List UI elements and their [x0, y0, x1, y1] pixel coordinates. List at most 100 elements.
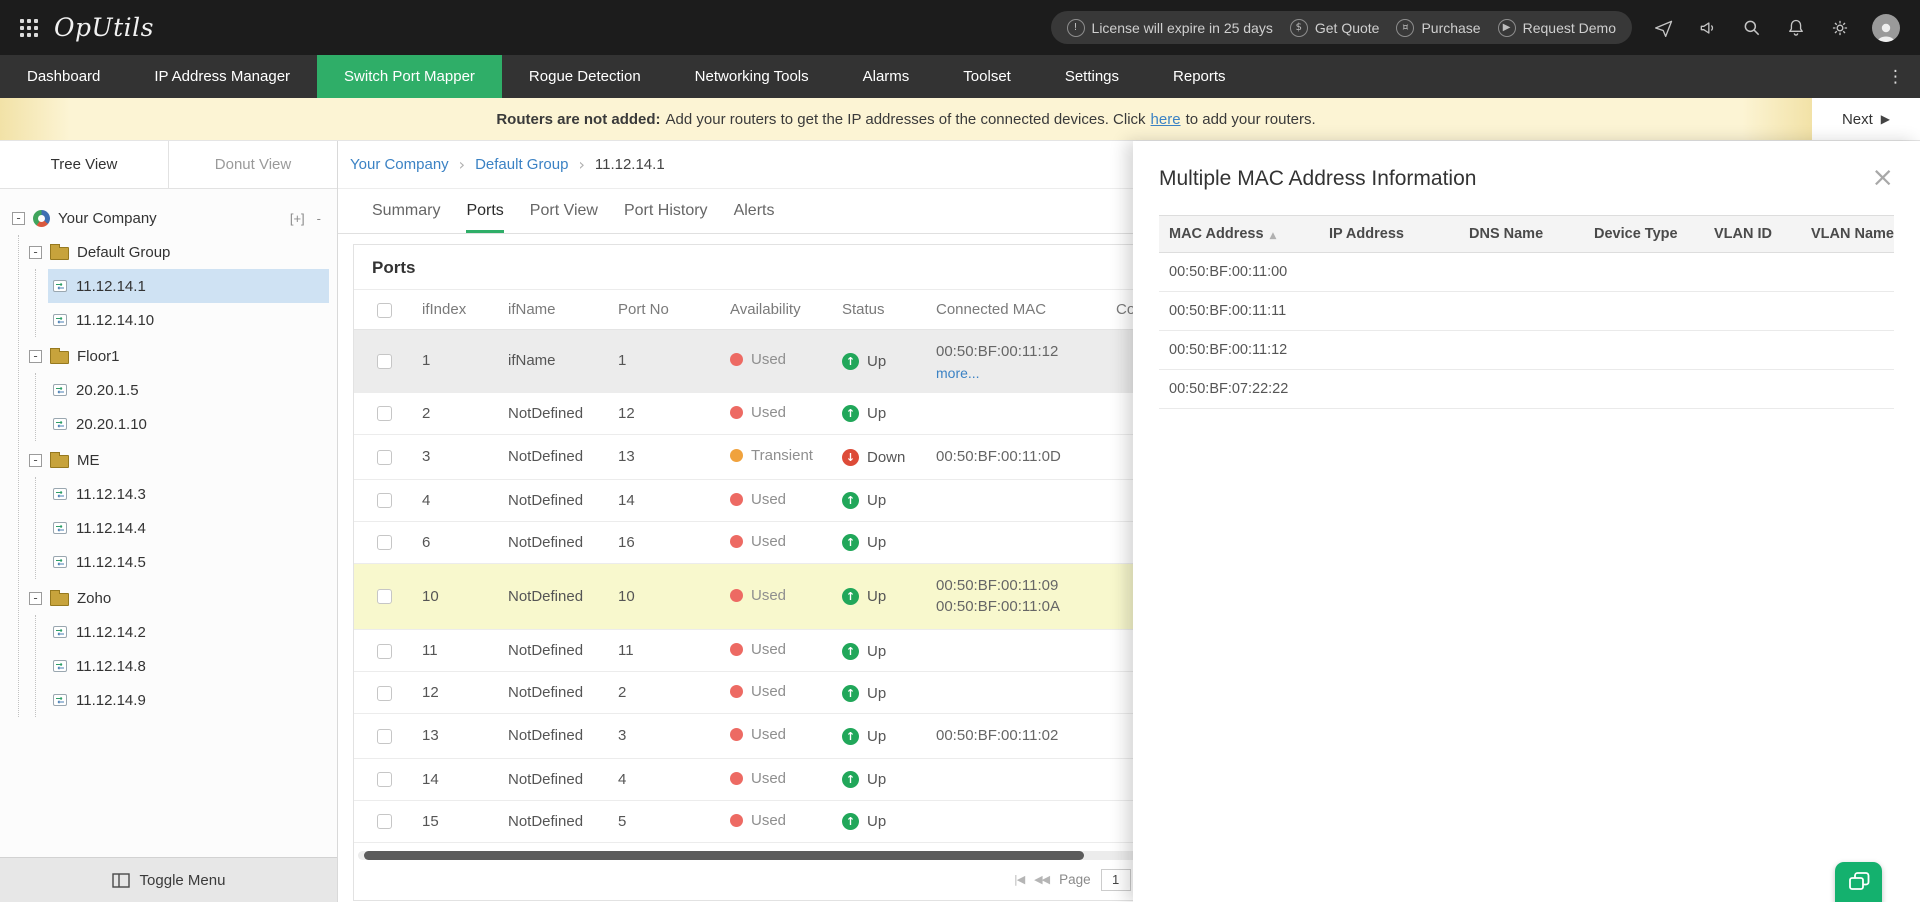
row-checkbox[interactable] — [377, 354, 392, 369]
license-expiry-badge: !License will expire in 25 days — [1067, 19, 1273, 37]
panel-col-dns-name[interactable]: DNS Name — [1459, 216, 1584, 253]
tree-device-11-12-14-3[interactable]: 11.12.14.3 — [48, 477, 329, 511]
nav-item-switch-port-mapper[interactable]: Switch Port Mapper — [317, 55, 502, 98]
breadcrumb-link[interactable]: Default Group — [475, 156, 568, 173]
row-checkbox[interactable] — [377, 729, 392, 744]
page-input[interactable] — [1101, 869, 1131, 891]
tree-device-11-12-14-8[interactable]: 11.12.14.8 — [48, 649, 329, 683]
nav-item-alarms[interactable]: Alarms — [836, 55, 937, 98]
license-expiry-badge-label: License will expire in 25 days — [1092, 20, 1273, 36]
panel-col-vlan-name[interactable]: VLAN Name — [1801, 216, 1894, 253]
collapse-all-button[interactable]: - — [317, 211, 321, 226]
breadcrumb-link[interactable]: Your Company — [350, 156, 449, 173]
purchase-badge[interactable]: ¤Purchase — [1396, 19, 1480, 37]
user-avatar[interactable] — [1872, 14, 1900, 42]
toggle-menu-button[interactable]: Toggle Menu — [0, 857, 337, 902]
more-link[interactable]: more... — [936, 365, 1100, 381]
search-icon[interactable] — [1740, 16, 1764, 40]
tree-device-11-12-14-1[interactable]: 11.12.14.1 — [48, 269, 329, 303]
announcement-icon[interactable] — [1696, 16, 1720, 40]
panel-col-vlan-id[interactable]: VLAN ID — [1704, 216, 1801, 253]
notifications-icon[interactable] — [1784, 16, 1808, 40]
nav-item-ip-address-manager[interactable]: IP Address Manager — [127, 55, 317, 98]
sidebar-tabs: Tree View Donut View — [0, 141, 337, 189]
tree-device-20-20-1-5[interactable]: 20.20.1.5 — [48, 373, 329, 407]
tree-group-me[interactable]: -ME — [29, 443, 329, 477]
expand-all-button[interactable]: [+] — [290, 211, 305, 226]
paper-plane-icon[interactable] — [1652, 16, 1676, 40]
tab-port-history[interactable]: Port History — [624, 189, 708, 233]
cell-availability: Used — [722, 714, 834, 759]
tree-group-floor1[interactable]: -Floor1 — [29, 339, 329, 373]
switch-icon — [52, 382, 68, 398]
nav-item-rogue-detection[interactable]: Rogue Detection — [502, 55, 668, 98]
row-checkbox[interactable] — [377, 772, 392, 787]
row-checkbox[interactable] — [377, 686, 392, 701]
collapse-icon[interactable]: - — [29, 246, 42, 259]
settings-gear-icon[interactable] — [1828, 16, 1852, 40]
tree-device-11-12-14-2[interactable]: 11.12.14.2 — [48, 615, 329, 649]
tab-donut-view[interactable]: Donut View — [168, 141, 337, 188]
cell-connected-mac — [928, 630, 1108, 672]
collapse-icon[interactable]: - — [12, 212, 25, 225]
collapse-icon[interactable]: - — [29, 350, 42, 363]
nav-item-reports[interactable]: Reports — [1146, 55, 1253, 98]
nav-item-settings[interactable]: Settings — [1038, 55, 1146, 98]
nav-item-toolset[interactable]: Toolset — [936, 55, 1038, 98]
chat-widget-button[interactable] — [1835, 862, 1882, 902]
banner-here-link[interactable]: here — [1151, 111, 1181, 128]
get-quote-badge[interactable]: $Get Quote — [1290, 19, 1380, 37]
tab-alerts[interactable]: Alerts — [734, 189, 775, 233]
cell-connected-mac: 00:50:BF:00:11:0D — [928, 434, 1108, 479]
cell-availability: Transient — [722, 434, 834, 479]
row-checkbox[interactable] — [377, 450, 392, 465]
row-checkbox[interactable] — [377, 535, 392, 550]
tab-tree-view[interactable]: Tree View — [0, 141, 168, 188]
switch-icon — [52, 312, 68, 328]
tree-device-20-20-1-10[interactable]: 20.20.1.10 — [48, 407, 329, 441]
cell-availability: Used — [722, 521, 834, 563]
close-icon[interactable]: × — [1871, 167, 1894, 189]
tab-ports[interactable]: Ports — [466, 189, 503, 233]
nav-item-networking-tools[interactable]: Networking Tools — [668, 55, 836, 98]
tree-root-row[interactable]: - Your Company [+] - — [12, 201, 329, 235]
tree-group-default-group[interactable]: -Default Group — [29, 235, 329, 269]
demo-circle-icon: ▶ — [1498, 19, 1516, 37]
mac-info-panel: Multiple MAC Address Information × MAC A… — [1133, 141, 1920, 902]
tree-device-11-12-14-10[interactable]: 11.12.14.10 — [48, 303, 329, 337]
row-checkbox[interactable] — [377, 406, 392, 421]
tree-device-11-12-14-5[interactable]: 11.12.14.5 — [48, 545, 329, 579]
panel-col-ip-address[interactable]: IP Address — [1319, 216, 1459, 253]
panel-col-mac-address[interactable]: MAC Address▲ — [1159, 216, 1319, 253]
next-button[interactable]: Next ▶ — [1812, 98, 1920, 140]
nav-item-dashboard[interactable]: Dashboard — [0, 55, 127, 98]
prev-page-button[interactable]: ◀◀ — [1034, 873, 1049, 886]
select-all-checkbox[interactable] — [377, 303, 392, 318]
tree-device-11-12-14-9[interactable]: 11.12.14.9 — [48, 683, 329, 717]
collapse-icon[interactable]: - — [29, 454, 42, 467]
row-checkbox[interactable] — [377, 493, 392, 508]
cell-availability: Used — [722, 630, 834, 672]
tree-root-label: Your Company — [58, 210, 157, 227]
panel-col-device-type[interactable]: Device Type — [1584, 216, 1704, 253]
tab-port-view[interactable]: Port View — [530, 189, 598, 233]
cell-portno: 5 — [610, 800, 722, 842]
cell-ifindex: 14 — [414, 758, 500, 800]
row-checkbox[interactable] — [377, 814, 392, 829]
tree-group-zoho[interactable]: -Zoho — [29, 581, 329, 615]
request-demo-badge[interactable]: ▶Request Demo — [1498, 19, 1616, 37]
first-page-button[interactable]: |◀ — [1014, 873, 1024, 886]
tab-summary[interactable]: Summary — [372, 189, 440, 233]
row-checkbox[interactable] — [377, 589, 392, 604]
switch-icon — [52, 520, 68, 536]
nav-overflow-icon[interactable]: ⋮ — [1871, 55, 1920, 98]
cell-status: ↑Up — [834, 758, 928, 800]
cell-connected-mac — [928, 672, 1108, 714]
row-checkbox[interactable] — [377, 644, 392, 659]
scrollbar-thumb[interactable] — [364, 851, 1084, 860]
cell-status: ↑Up — [834, 479, 928, 521]
tree-device-11-12-14-4[interactable]: 11.12.14.4 — [48, 511, 329, 545]
apps-grid-icon[interactable] — [20, 19, 38, 37]
collapse-icon[interactable]: - — [29, 592, 42, 605]
cell-status: ↑Up — [834, 521, 928, 563]
